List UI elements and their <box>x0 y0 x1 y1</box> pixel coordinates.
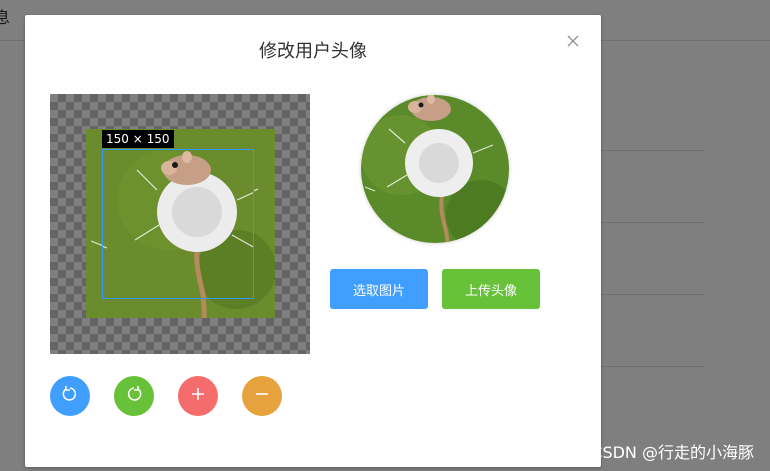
rotate-left-button[interactable] <box>50 376 90 416</box>
upload-avatar-button[interactable]: 上传头像 <box>442 269 540 309</box>
close-icon <box>565 33 581 49</box>
crop-box[interactable] <box>102 149 254 299</box>
image-cropper[interactable]: 150 × 150 <box>50 94 310 354</box>
watermark: CSDN @行走的小海豚 <box>591 443 754 462</box>
rotate-right-button[interactable] <box>114 376 154 416</box>
rotate-left-icon <box>61 385 79 407</box>
dialog-title: 修改用户头像 <box>259 41 367 62</box>
avatar-dialog: 修改用户头像 150 × 150 选取图片 上传头像 <box>25 15 601 467</box>
zoom-out-icon <box>254 386 270 406</box>
avatar-preview <box>361 95 509 243</box>
crop-size-label: 150 × 150 <box>102 130 174 148</box>
zoom-in-icon <box>190 386 206 406</box>
close-button[interactable] <box>565 33 581 49</box>
rotate-right-icon <box>125 385 143 407</box>
crop-box-view <box>103 150 253 298</box>
zoom-out-button[interactable] <box>242 376 282 416</box>
zoom-in-button[interactable] <box>178 376 218 416</box>
select-image-button[interactable]: 选取图片 <box>330 269 428 309</box>
